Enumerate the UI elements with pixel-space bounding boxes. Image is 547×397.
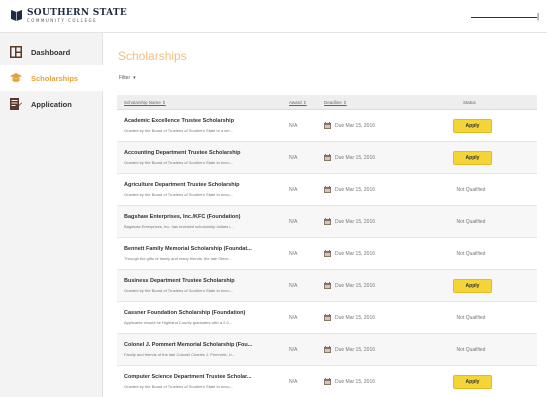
scholarship-name[interactable]: Colonel J. Pommert Memorial Scholarship … bbox=[124, 342, 279, 348]
scholarship-description: Granted by the Board of Trustees of Sout… bbox=[124, 192, 233, 197]
scholarship-description: Applicants should be Highland County gra… bbox=[124, 320, 233, 325]
column-header-award[interactable]: Award ⇕ bbox=[289, 100, 307, 106]
award-value: N/A bbox=[289, 219, 298, 225]
table-row: Cassner Foundation Scholarship (Foundati… bbox=[117, 302, 537, 334]
apply-button[interactable]: Apply bbox=[453, 375, 492, 389]
table-row: Colonel J. Pommert Memorial Scholarship … bbox=[117, 334, 537, 366]
table-row: Business Department Trustee Scholarship G… bbox=[117, 270, 537, 302]
scholarship-name[interactable]: Business Department Trustee Scholarship bbox=[124, 278, 279, 284]
calendar-icon bbox=[324, 378, 331, 385]
top-header: SOUTHERN STATE COMMUNITY COLLEGE | bbox=[0, 0, 547, 33]
apply-button[interactable]: Apply bbox=[453, 279, 492, 293]
filter-label: Filter bbox=[119, 75, 131, 81]
calendar-icon bbox=[324, 122, 331, 129]
page-title: Scholarships bbox=[118, 49, 187, 63]
scholarship-name[interactable]: Academic Excellence Trustee Scholarship bbox=[124, 118, 279, 124]
scholarship-name[interactable]: Accounting Department Trustee Scholarshi… bbox=[124, 150, 279, 156]
calendar-icon bbox=[324, 314, 331, 321]
document-edit-icon bbox=[10, 98, 22, 110]
deadline-value: Due Mar 15, 2016 bbox=[335, 315, 376, 321]
table-row: Academic Excellence Trustee Scholarship G… bbox=[117, 110, 537, 142]
calendar-icon bbox=[324, 346, 331, 353]
sidebar-item-label: Dashboard bbox=[31, 47, 71, 57]
award-value: N/A bbox=[289, 187, 298, 193]
award-value: N/A bbox=[289, 347, 298, 353]
deadline-value: Due Mar 15, 2016 bbox=[335, 155, 376, 161]
column-header-status: Status bbox=[463, 100, 476, 105]
scholarship-description: Granted by the Board of Trustees of Sout… bbox=[124, 288, 233, 293]
scholarship-description: Bagshaw Enterprises, Inc. has invested s… bbox=[124, 224, 234, 229]
column-header-deadline[interactable]: Deadline ⇕ bbox=[324, 100, 347, 106]
sidebar-item-application[interactable]: Application bbox=[0, 91, 103, 117]
deadline-value: Due Mar 15, 2016 bbox=[335, 187, 376, 193]
award-value: N/A bbox=[289, 379, 298, 385]
scholarship-name[interactable]: Bennett Family Memorial Scholarship (Fou… bbox=[124, 246, 279, 252]
table-row: Agriculture Department Trustee Scholarsh… bbox=[117, 174, 537, 206]
apply-button[interactable]: Apply bbox=[453, 151, 492, 165]
award-value: N/A bbox=[289, 155, 298, 161]
scholarship-name[interactable]: Agriculture Department Trustee Scholarsh… bbox=[124, 182, 279, 188]
scholarship-name[interactable]: Bagshaw Enterprises, Inc./KFC (Foundatio… bbox=[124, 214, 279, 220]
award-value: N/A bbox=[289, 251, 298, 257]
scholarship-name[interactable]: Cassner Foundation Scholarship (Foundati… bbox=[124, 310, 279, 316]
scholarship-description: Through the gifts of family and many fri… bbox=[124, 256, 232, 261]
calendar-icon bbox=[324, 218, 331, 225]
user-menu-field[interactable] bbox=[471, 17, 537, 18]
scholarship-description: Granted by the Board of Trustees of Sout… bbox=[124, 128, 233, 133]
table-row: Accounting Department Trustee Scholarshi… bbox=[117, 142, 537, 174]
scholarship-description: Granted by the Board of Trustees of Sout… bbox=[124, 160, 233, 165]
status-text: Not Qualified bbox=[456, 347, 486, 353]
calendar-icon bbox=[324, 282, 331, 289]
logo-subtitle: COMMUNITY COLLEGE bbox=[27, 18, 98, 23]
deadline-value: Due Mar 15, 2016 bbox=[335, 251, 376, 257]
mortarboard-icon bbox=[10, 73, 22, 82]
sidebar-item-dashboard[interactable]: Dashboard bbox=[0, 39, 103, 65]
chevron-down-icon: ▾ bbox=[133, 75, 136, 81]
award-value: N/A bbox=[289, 283, 298, 289]
sidebar-item-label: Application bbox=[31, 99, 72, 109]
book-emblem-icon bbox=[11, 10, 22, 21]
status-text: Not Qualified bbox=[456, 219, 486, 225]
user-menu-caret-icon[interactable]: | bbox=[537, 12, 545, 22]
sidebar: Dashboard Scholarships Application bbox=[0, 33, 103, 397]
college-logo[interactable]: SOUTHERN STATE COMMUNITY COLLEGE bbox=[10, 8, 127, 24]
award-value: N/A bbox=[289, 123, 298, 129]
table-header: Scholarship Name ⇕ Award ⇕ Deadline ⇕ St… bbox=[117, 95, 537, 110]
table-row: Bagshaw Enterprises, Inc./KFC (Foundatio… bbox=[117, 206, 537, 238]
scholarship-description: Granted by the Board of Trustees of Sout… bbox=[124, 384, 233, 389]
scholarship-name[interactable]: Computer Science Department Trustee Scho… bbox=[124, 374, 279, 380]
table-row: Computer Science Department Trustee Scho… bbox=[117, 366, 537, 397]
calendar-icon bbox=[324, 250, 331, 257]
deadline-value: Due Mar 15, 2016 bbox=[335, 347, 376, 353]
sidebar-item-scholarships[interactable]: Scholarships bbox=[0, 65, 103, 91]
dashboard-icon bbox=[10, 46, 22, 58]
column-header-name[interactable]: Scholarship Name ⇕ bbox=[124, 100, 166, 106]
calendar-icon bbox=[324, 186, 331, 193]
filter-dropdown[interactable]: Filter ▾ bbox=[119, 75, 136, 81]
status-text: Not Qualified bbox=[456, 187, 486, 193]
deadline-value: Due Mar 15, 2016 bbox=[335, 123, 376, 129]
calendar-icon bbox=[324, 154, 331, 161]
scholarships-table: Scholarship Name ⇕ Award ⇕ Deadline ⇕ St… bbox=[117, 95, 537, 397]
deadline-value: Due Mar 15, 2016 bbox=[335, 219, 376, 225]
sidebar-item-label: Scholarships bbox=[31, 73, 79, 83]
scholarship-description: Family and friends of the late Colonel C… bbox=[124, 352, 235, 357]
status-text: Not Qualified bbox=[456, 315, 486, 321]
logo-title: SOUTHERN STATE bbox=[27, 8, 128, 18]
deadline-value: Due Mar 15, 2016 bbox=[335, 283, 376, 289]
status-text: Not Qualified bbox=[456, 251, 486, 257]
table-row: Bennett Family Memorial Scholarship (Fou… bbox=[117, 238, 537, 270]
award-value: N/A bbox=[289, 315, 298, 321]
apply-button[interactable]: Apply bbox=[453, 119, 492, 133]
deadline-value: Due Mar 15, 2016 bbox=[335, 379, 376, 385]
